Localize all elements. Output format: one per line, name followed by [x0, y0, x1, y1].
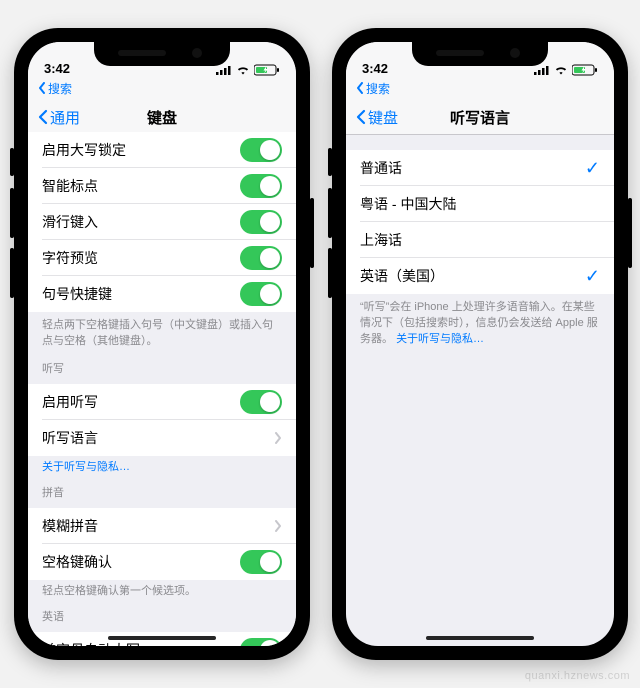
dictation-group: 启用听写 听写语言: [28, 384, 296, 456]
watermark: quanxi.hznews.com: [525, 670, 630, 682]
switch-smart-punctuation[interactable]: [240, 174, 282, 198]
nav-back-button[interactable]: 通用: [38, 107, 80, 128]
side-button: [310, 198, 314, 268]
dictation-privacy-link[interactable]: 关于听写与隐私…: [396, 333, 484, 345]
row-label: 粤语 - 中国大陆: [360, 194, 456, 214]
switch-slide-to-type[interactable]: [240, 210, 282, 234]
search-label: 搜索: [366, 80, 390, 97]
row-lang-mandarin[interactable]: 普通话 ✓: [346, 150, 614, 186]
row-fuzzy-pinyin[interactable]: 模糊拼音: [28, 508, 296, 544]
chevron-left-icon: [38, 82, 46, 94]
row-enable-dictation[interactable]: 启用听写: [28, 384, 296, 420]
row-label: 启用听写: [42, 392, 98, 412]
volume-up-button: [10, 188, 14, 238]
nav-back-button[interactable]: 键盘: [356, 107, 398, 128]
row-label: 启用大写锁定: [42, 140, 126, 160]
row-label: 普通话: [360, 158, 402, 178]
row-dictation-languages[interactable]: 听写语言: [28, 420, 296, 456]
chevron-right-icon: [274, 432, 282, 444]
nav-back-label: 通用: [50, 107, 80, 128]
pinyin-footer: 轻点空格键确认第一个候选项。: [28, 580, 296, 604]
volume-down-button: [328, 248, 332, 298]
group1-footer: 轻点两下空格键插入句号（中文键盘）或插入句点与空格（其他键盘）。: [28, 312, 296, 356]
row-lang-english-us[interactable]: 英语（美国） ✓: [346, 258, 614, 294]
section-header-dictation: 听写: [28, 356, 296, 384]
settings-content-right[interactable]: 普通话 ✓ 粤语 - 中国大陆 上海话 英语（美国） ✓ “听写: [346, 132, 614, 646]
notch: [94, 42, 230, 66]
switch-space-confirm[interactable]: [240, 550, 282, 574]
row-lang-cantonese[interactable]: 粤语 - 中国大陆: [346, 186, 614, 222]
switch-enable-dictation[interactable]: [240, 390, 282, 414]
screen-right: 3:42 搜索 键盘 听写语言: [346, 42, 614, 646]
switch-char-preview[interactable]: [240, 246, 282, 270]
row-label: 听写语言: [42, 428, 98, 448]
switch-caps-lock[interactable]: [240, 138, 282, 162]
signal-icon: [534, 65, 550, 75]
switch-period-shortcut[interactable]: [240, 282, 282, 306]
row-label: 滑行键入: [42, 212, 98, 232]
wifi-icon: [554, 65, 568, 75]
device-frame-left: 3:42 搜索 通用 键盘: [14, 28, 310, 660]
row-slide-to-type[interactable]: 滑行键入: [28, 204, 296, 240]
row-label: 模糊拼音: [42, 516, 98, 536]
mute-switch: [328, 148, 332, 176]
status-time: 3:42: [362, 61, 388, 76]
section-header-english: 英语: [28, 604, 296, 632]
row-label: 智能标点: [42, 176, 98, 196]
languages-group: 普通话 ✓ 粤语 - 中国大陆 上海话 英语（美国） ✓: [346, 150, 614, 294]
search-shortcut[interactable]: 搜索: [28, 78, 296, 100]
row-label: 空格键确认: [42, 552, 112, 572]
nav-back-label: 键盘: [368, 107, 398, 128]
languages-footer: “听写”会在 iPhone 上处理许多语音输入。在某些情况下（包括搜索时），信息…: [346, 294, 614, 354]
notch: [412, 42, 548, 66]
keyboard-general-group: 启用大写锁定 智能标点 滑行键入 字符预览: [28, 132, 296, 312]
chevron-left-icon: [356, 109, 366, 125]
home-indicator[interactable]: [426, 636, 534, 640]
checkmark-icon: ✓: [585, 159, 600, 177]
row-label: 句号快捷键: [42, 284, 112, 304]
chevron-right-icon: [274, 520, 282, 532]
checkmark-icon: ✓: [585, 267, 600, 285]
row-label: 英语（美国）: [360, 266, 444, 286]
nav-bar: 键盘 听写语言: [346, 100, 614, 135]
volume-up-button: [328, 188, 332, 238]
dictation-privacy-link[interactable]: 关于听写与隐私…: [28, 456, 296, 480]
mute-switch: [10, 148, 14, 176]
row-smart-punctuation[interactable]: 智能标点: [28, 168, 296, 204]
row-caps-lock[interactable]: 启用大写锁定: [28, 132, 296, 168]
pinyin-group: 模糊拼音 空格键确认: [28, 508, 296, 580]
settings-content-left[interactable]: 启用大写锁定 智能标点 滑行键入 字符预览: [28, 132, 296, 646]
home-indicator[interactable]: [108, 636, 216, 640]
volume-down-button: [10, 248, 14, 298]
device-frame-right: 3:42 搜索 键盘 听写语言: [332, 28, 628, 660]
side-button: [628, 198, 632, 268]
row-space-confirm[interactable]: 空格键确认: [28, 544, 296, 580]
status-time: 3:42: [44, 61, 70, 76]
row-period-shortcut[interactable]: 句号快捷键: [28, 276, 296, 312]
row-lang-shanghainese[interactable]: 上海话: [346, 222, 614, 258]
row-label: 首字母自动大写: [42, 640, 140, 646]
search-label: 搜索: [48, 80, 72, 97]
screen-left: 3:42 搜索 通用 键盘: [28, 42, 296, 646]
battery-icon: [254, 64, 280, 76]
signal-icon: [216, 65, 232, 75]
chevron-left-icon: [38, 109, 48, 125]
nav-bar: 通用 键盘: [28, 100, 296, 135]
battery-icon: [572, 64, 598, 76]
switch-auto-capitalize[interactable]: [240, 638, 282, 646]
chevron-left-icon: [356, 82, 364, 94]
section-header-pinyin: 拼音: [28, 480, 296, 508]
row-char-preview[interactable]: 字符预览: [28, 240, 296, 276]
search-shortcut[interactable]: 搜索: [346, 78, 614, 100]
row-label: 字符预览: [42, 248, 98, 268]
row-label: 上海话: [360, 230, 402, 250]
wifi-icon: [236, 65, 250, 75]
spacer: [346, 132, 614, 150]
